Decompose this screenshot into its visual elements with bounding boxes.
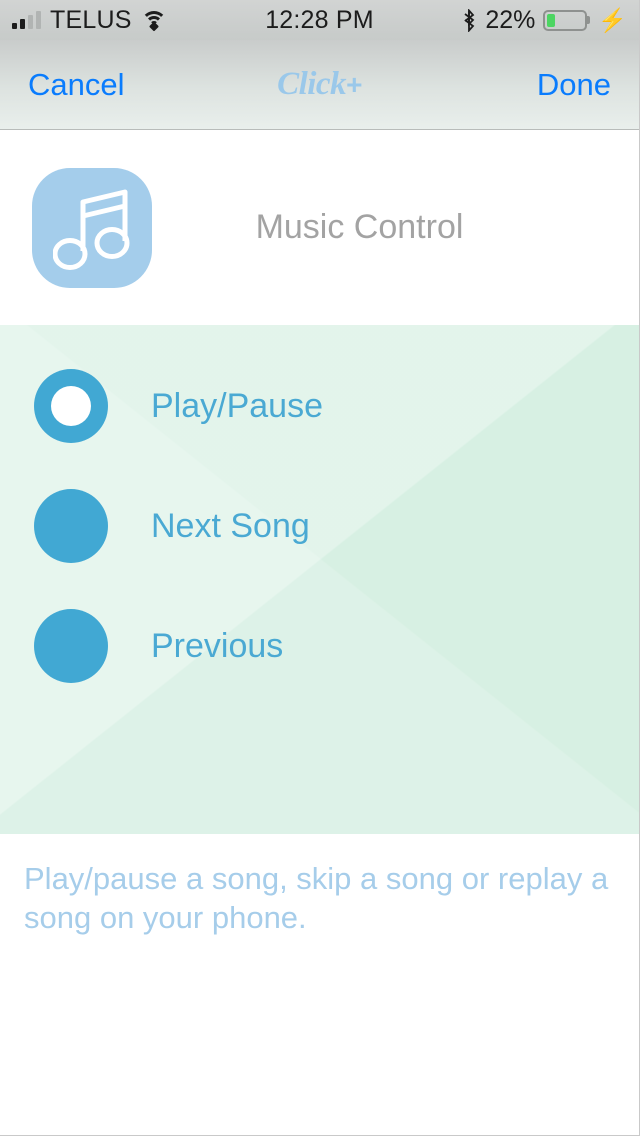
- status-bar-right: 22% ⚡: [461, 6, 627, 35]
- music-note-icon: [32, 167, 152, 288]
- battery-icon: [543, 9, 591, 31]
- bluetooth-icon: [461, 8, 477, 32]
- radio-inner-dot: [51, 386, 91, 426]
- description-panel: Play/pause a song, skip a song or replay…: [0, 834, 639, 938]
- option-label: Play/Pause: [151, 386, 323, 425]
- radio-button-icon[interactable]: [34, 489, 108, 563]
- brand-text: Click: [277, 66, 347, 102]
- battery-percent-label: 22%: [485, 5, 536, 34]
- options-panel: Play/Pause Next Song Previous: [0, 325, 639, 834]
- description-text: Play/pause a song, skip a song or replay…: [24, 861, 609, 935]
- header-card: Music Control: [0, 130, 639, 325]
- phone-screen: TELUS 12:28 PM 22% ⚡ Cancel Click+ Done …: [0, 0, 640, 1136]
- option-row[interactable]: Previous: [0, 586, 639, 706]
- done-button[interactable]: Done: [537, 67, 611, 103]
- page-title: Music Control: [255, 208, 464, 246]
- navigation-bar: Cancel Click+ Done: [0, 40, 639, 130]
- charging-bolt-icon: ⚡: [598, 6, 627, 33]
- option-label: Previous: [151, 626, 284, 665]
- status-bar: TELUS 12:28 PM 22% ⚡: [0, 0, 639, 40]
- option-row[interactable]: Play/Pause: [0, 346, 639, 466]
- radio-button-icon[interactable]: [34, 609, 108, 683]
- options-list: Play/Pause Next Song Previous: [0, 325, 639, 706]
- brand-plus: +: [346, 69, 362, 100]
- radio-button-selected-icon[interactable]: [34, 369, 108, 443]
- option-label: Next Song: [151, 506, 310, 545]
- cancel-button[interactable]: Cancel: [28, 67, 125, 103]
- option-row[interactable]: Next Song: [0, 466, 639, 586]
